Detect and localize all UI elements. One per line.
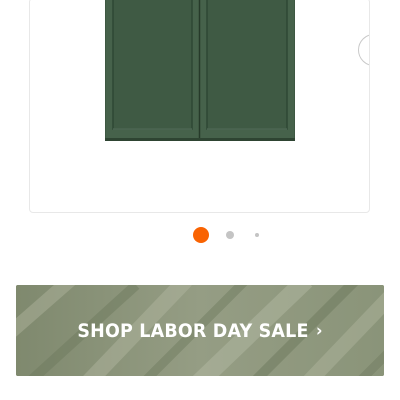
carousel-pagination	[0, 226, 400, 244]
carousel-dot-active[interactable]	[193, 227, 209, 243]
chevron-right-icon	[368, 42, 370, 58]
product-image-carousel[interactable]	[29, 0, 370, 213]
chevron-right-icon: ›	[315, 320, 323, 341]
labor-day-sale-banner[interactable]: SHOP LABOR DAY SALE ›	[16, 285, 384, 376]
page: SHOP LABOR DAY SALE ›	[0, 0, 400, 400]
carousel-dot[interactable]	[226, 231, 234, 239]
carousel-next-button[interactable]	[358, 34, 370, 66]
cabinet-product-image	[105, 0, 295, 141]
carousel-dot[interactable]	[255, 233, 259, 237]
banner-label-text: SHOP LABOR DAY SALE	[77, 319, 309, 342]
banner-label: SHOP LABOR DAY SALE ›	[31, 285, 370, 376]
